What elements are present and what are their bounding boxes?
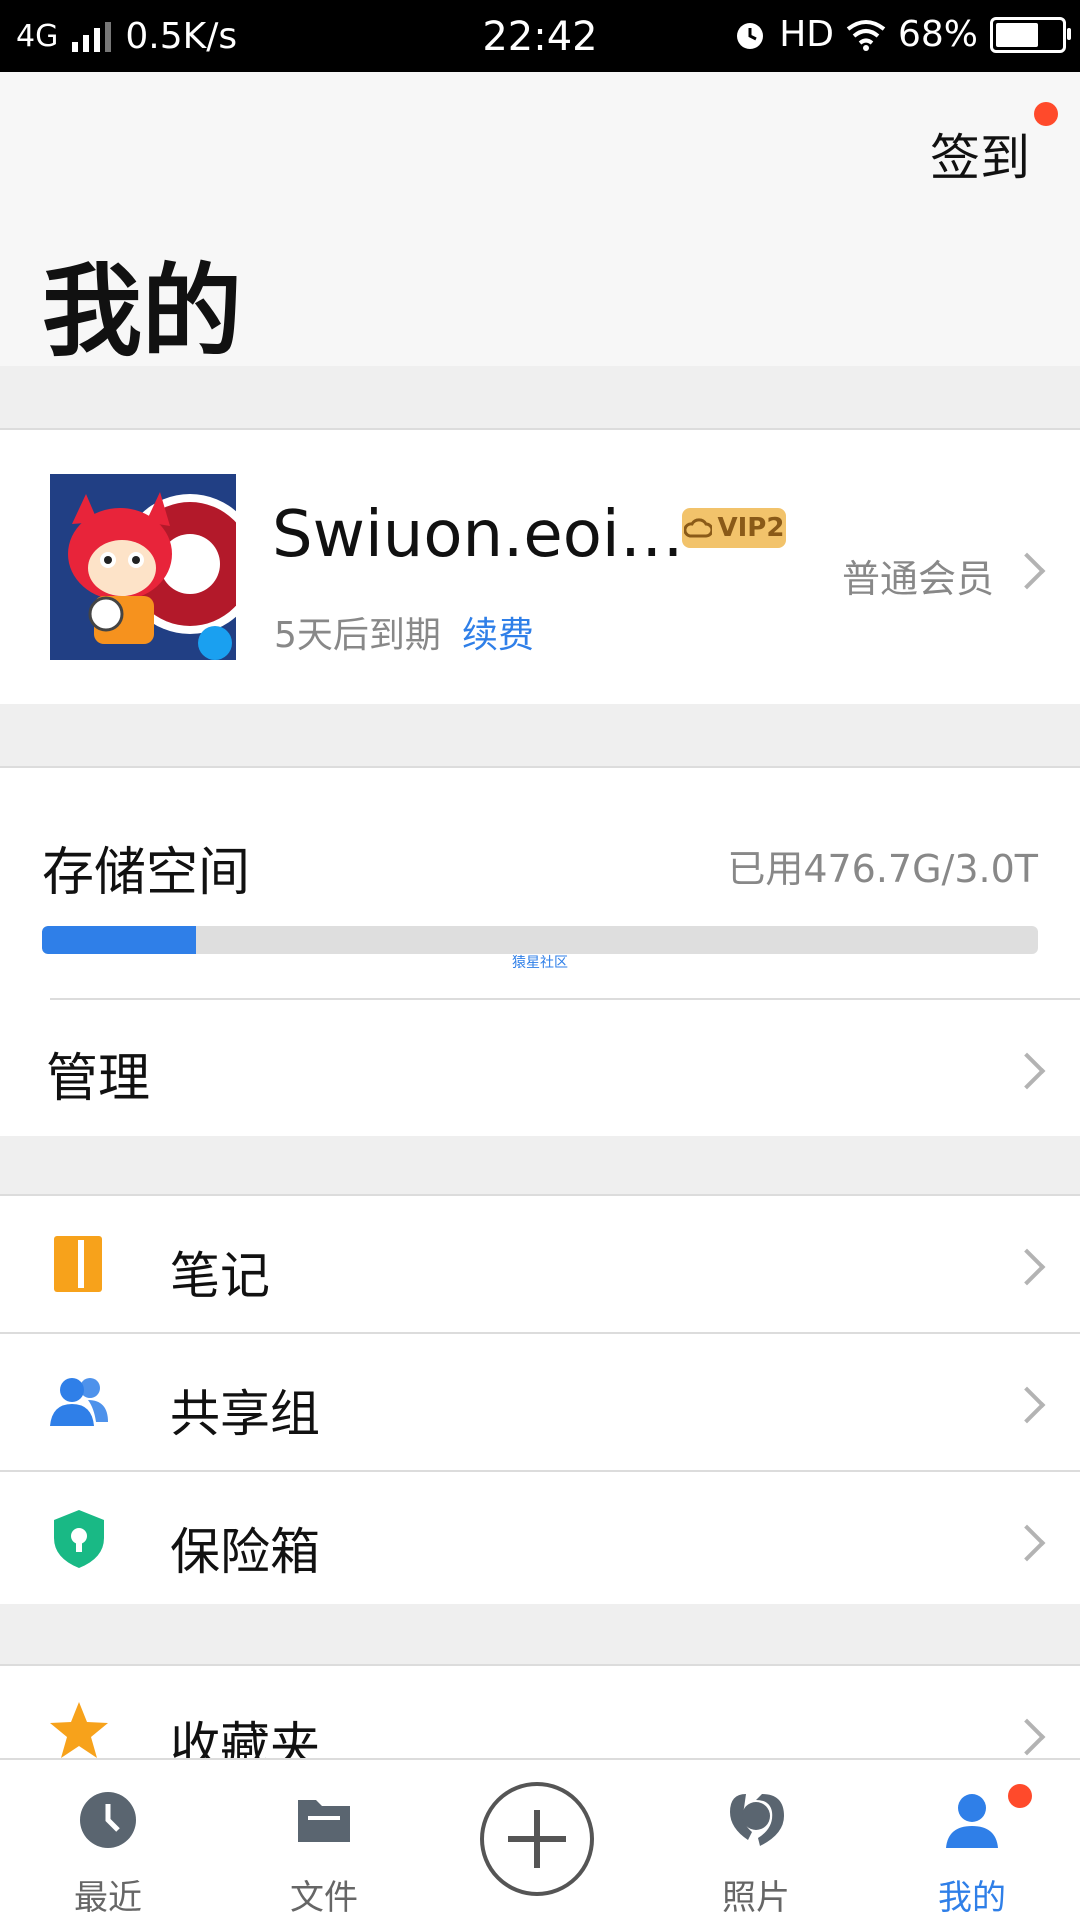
storage-progress-fill: [42, 926, 197, 954]
cloud-icon: [683, 518, 712, 538]
chevron-right-icon: [1008, 1718, 1046, 1756]
checkin-button[interactable]: 签到: [930, 118, 1030, 190]
star-icon: [50, 1702, 108, 1758]
tab-label: 照片: [722, 1878, 790, 1918]
page-title: 我的: [42, 253, 242, 370]
list-item-notes[interactable]: 笔记: [0, 1196, 1080, 1332]
notification-dot: [1034, 102, 1058, 126]
page-header: 签到 我的: [0, 72, 1080, 370]
notebook-icon: [54, 1236, 102, 1292]
tab-recent[interactable]: 最近: [0, 1760, 216, 1922]
tab-photos[interactable]: 照片: [648, 1760, 864, 1922]
photo-icon: [730, 1794, 784, 1846]
tab-mine[interactable]: 我的: [864, 1760, 1080, 1922]
bottom-tab-bar: 最近 文件 照片 我的: [0, 1758, 1080, 1922]
avatar[interactable]: [50, 474, 236, 660]
divider: [50, 998, 1080, 1000]
storage-title: 存储空间: [42, 843, 251, 903]
tab-files[interactable]: 文件: [216, 1760, 432, 1922]
storage-used: 已用476.7G/3.0T: [727, 847, 1038, 891]
vip-label: VIP2: [717, 513, 785, 543]
username: Swiuon.eoi…: [272, 498, 684, 572]
battery-icon: [990, 16, 1071, 53]
watermark: 猿星社区: [512, 955, 568, 971]
hd-indicator: HD: [779, 14, 834, 55]
notification-dot: [1008, 1784, 1032, 1808]
list-item-label: 共享组: [170, 1385, 320, 1443]
battery-percent: 68%: [897, 14, 978, 55]
folder-icon: [298, 1800, 350, 1842]
section-gap: [0, 366, 1080, 428]
vip-badge: VIP2: [682, 508, 786, 548]
tab-label: 我的: [938, 1878, 1006, 1918]
chevron-right-icon: [1008, 1248, 1046, 1286]
storage-section: 存储空间 已用476.7G/3.0T 猿星社区 管理: [0, 766, 1080, 1140]
list-item-label: 笔记: [170, 1247, 270, 1305]
status-bar: 4G 0.5K/s 22:42 HD 68%: [0, 0, 1080, 72]
wifi-icon: [846, 19, 886, 51]
storage-progress-bar: [42, 926, 1038, 954]
group-icon: [50, 1378, 108, 1426]
expire-text: 5天后到期: [274, 615, 441, 656]
list-item-label: 保险箱: [170, 1523, 320, 1581]
section-gap: [0, 1604, 1080, 1664]
section-gap: [0, 1136, 1080, 1194]
alarm-icon: [737, 22, 764, 49]
manage-button[interactable]: 管理: [46, 1036, 150, 1111]
safe-shield-icon: [54, 1510, 104, 1568]
chevron-right-icon: [1008, 552, 1046, 590]
membership-level[interactable]: 普通会员: [842, 548, 994, 603]
add-button[interactable]: [480, 1782, 594, 1896]
clock-icon: [80, 1792, 136, 1848]
renew-link[interactable]: 续费: [462, 606, 534, 658]
list-item-safe[interactable]: 保险箱: [0, 1470, 1080, 1608]
qq-icon: [198, 626, 232, 660]
tab-label: 文件: [290, 1878, 358, 1918]
list-item-groups[interactable]: 共享组: [0, 1332, 1080, 1470]
user-icon: [946, 1794, 998, 1848]
chevron-right-icon: [1008, 1386, 1046, 1424]
section-gap: [0, 704, 1080, 766]
feature-list: 笔记 共享组 保险箱: [0, 1194, 1080, 1610]
chevron-right-icon: [1008, 1524, 1046, 1562]
profile-card[interactable]: Swiuon.eoi… VIP2 5天后到期 续费 普通会员: [0, 428, 1080, 708]
tab-label: 最近: [74, 1878, 142, 1918]
chevron-right-icon: [1008, 1052, 1046, 1090]
